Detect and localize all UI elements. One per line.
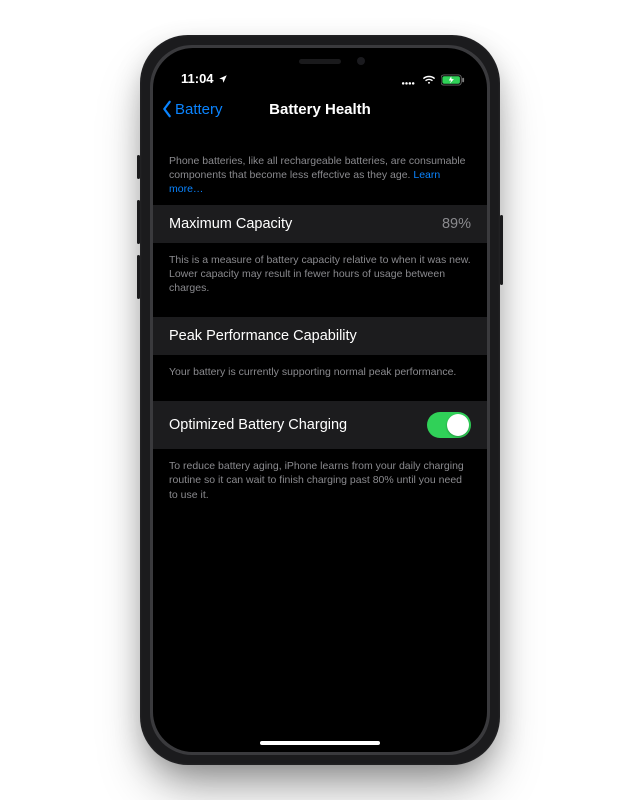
device-bezel: 11:04 — [150, 45, 490, 755]
home-indicator[interactable] — [260, 741, 380, 745]
volume-up-button — [137, 200, 140, 244]
location-icon — [218, 74, 228, 84]
battery-icon — [441, 74, 465, 86]
peak-performance-label: Peak Performance Capability — [169, 328, 357, 344]
peak-performance-footer: Your battery is currently supporting nor… — [153, 355, 487, 387]
back-button[interactable]: Battery — [161, 100, 223, 118]
back-label: Battery — [175, 101, 223, 118]
speaker-grill — [299, 59, 341, 64]
content: Phone batteries, like all rechargeable b… — [153, 130, 487, 510]
page-title: Battery Health — [269, 101, 371, 118]
max-capacity-value: 89% — [442, 216, 471, 232]
power-button — [500, 215, 503, 285]
screen: 11:04 — [153, 48, 487, 752]
max-capacity-cell: Maximum Capacity 89% — [153, 205, 487, 243]
optimized-charging-toggle[interactable] — [427, 412, 471, 438]
max-capacity-footer: This is a measure of battery capacity re… — [153, 243, 487, 304]
optimized-charging-label: Optimized Battery Charging — [169, 417, 347, 433]
device-frame: 11:04 — [140, 35, 500, 765]
peak-performance-cell[interactable]: Peak Performance Capability — [153, 317, 487, 355]
optimized-charging-cell: Optimized Battery Charging — [153, 401, 487, 449]
intro-footer: Phone batteries, like all rechargeable b… — [153, 130, 487, 205]
mute-switch — [137, 155, 140, 179]
toggle-knob — [447, 414, 469, 436]
status-time: 11:04 — [181, 71, 214, 86]
chevron-left-icon — [161, 100, 173, 118]
front-camera — [357, 57, 365, 65]
optimized-charging-footer: To reduce battery aging, iPhone learns f… — [153, 449, 487, 510]
max-capacity-label: Maximum Capacity — [169, 216, 292, 232]
volume-down-button — [137, 255, 140, 299]
signal-icon — [401, 75, 417, 85]
nav-bar: Battery Battery Health — [153, 88, 487, 130]
notch — [235, 48, 405, 74]
wifi-icon — [422, 75, 436, 85]
